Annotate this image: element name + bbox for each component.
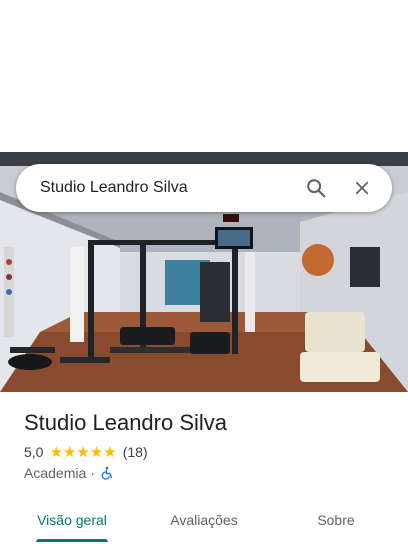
- place-category: Academia: [24, 465, 87, 481]
- tab-overview[interactable]: Visão geral: [24, 498, 120, 542]
- map-blank-area: [0, 0, 408, 152]
- close-icon: [355, 181, 369, 195]
- search-input[interactable]: Studio Leandro Silva: [16, 179, 296, 197]
- review-count[interactable]: (18): [123, 444, 148, 460]
- place-title: Studio Leandro Silva: [24, 410, 228, 435]
- place-info-panel: Studio Leandro Silva 5,0 ★★★★★ (18) Acad…: [0, 392, 408, 544]
- tab-about[interactable]: Sobre: [300, 498, 372, 542]
- close-button[interactable]: [342, 168, 382, 208]
- search-bar[interactable]: Studio Leandro Silva: [16, 164, 392, 212]
- star-icon: ★★★★★: [49, 445, 116, 460]
- wheelchair-icon: [101, 466, 113, 480]
- search-icon: [307, 179, 326, 198]
- rating-stars: ★★★★★: [49, 443, 117, 461]
- tab-reviews[interactable]: Avaliações: [158, 498, 250, 542]
- rating-row[interactable]: 5,0 ★★★★★ (18): [24, 444, 148, 460]
- active-tab-indicator: [36, 539, 108, 542]
- place-tabs: Visão geral Avaliações Sobre: [0, 498, 408, 544]
- category-row: Academia ·: [24, 465, 114, 481]
- rating-score: 5,0: [24, 444, 44, 460]
- separator-dot: ·: [90, 465, 95, 481]
- search-button[interactable]: [296, 168, 336, 208]
